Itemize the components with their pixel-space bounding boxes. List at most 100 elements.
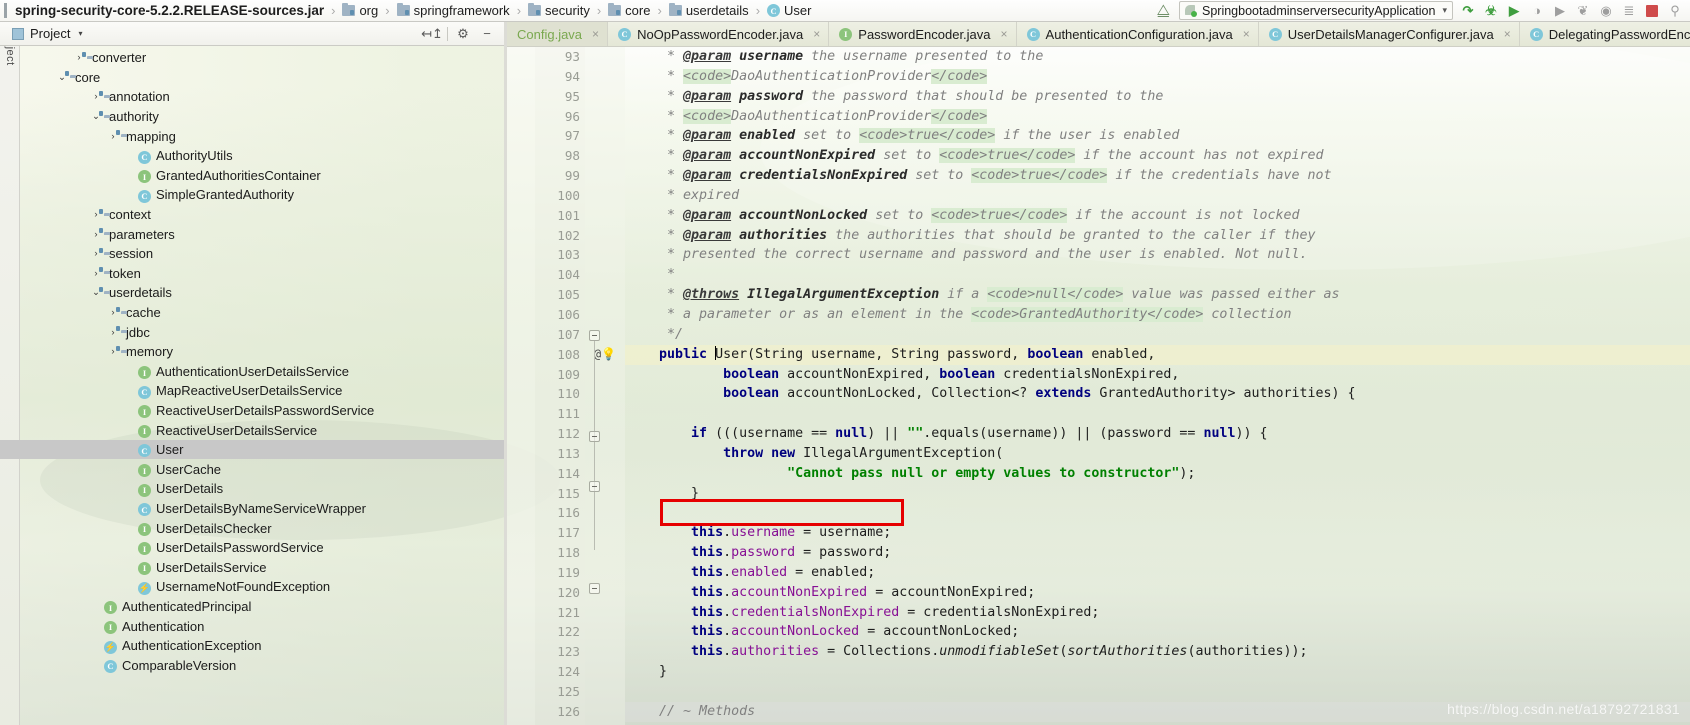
- code-line[interactable]: this.accountNonExpired = accountNonExpir…: [625, 583, 1690, 603]
- close-icon[interactable]: ×: [1504, 27, 1511, 41]
- tree-item-authority[interactable]: ⌄ authority: [0, 107, 504, 127]
- close-icon[interactable]: ×: [1243, 27, 1250, 41]
- code-line[interactable]: this.password = password;: [625, 543, 1690, 563]
- code-fold-marker[interactable]: [589, 330, 600, 341]
- tree-item-token[interactable]: › token: [0, 264, 504, 284]
- tree-item-authenticationuserdetailsservice[interactable]: I AuthenticationUserDetailsService: [0, 362, 504, 382]
- code-line[interactable]: this.enabled = enabled;: [625, 563, 1690, 583]
- code-line[interactable]: public User(String username, String pass…: [625, 344, 1690, 365]
- tree-item-userdetails[interactable]: ⌄ userdetails: [0, 283, 504, 303]
- code-line[interactable]: boolean accountNonLocked, Collection<? e…: [625, 384, 1690, 404]
- attach-profiler-button[interactable]: ▶: [1549, 1, 1571, 21]
- gutter-annotation-marker[interactable]: @💡: [585, 345, 625, 365]
- tree-item-context[interactable]: › context: [0, 205, 504, 225]
- run-dashboard-button[interactable]: ❦: [1572, 1, 1594, 21]
- code-line[interactable]: * @param enabled set to <code>true</code…: [625, 126, 1690, 146]
- code-line[interactable]: [625, 404, 1690, 424]
- code-line[interactable]: * @param authorities the authorities tha…: [625, 226, 1690, 246]
- editor-tab-nooppasswordencoder-java[interactable]: C NoOpPasswordEncoder.java ×: [608, 22, 830, 46]
- tree-item-authenticationexception[interactable]: ⚡ AuthenticationException: [0, 636, 504, 656]
- breadcrumb-item-org[interactable]: org: [340, 3, 380, 18]
- code-line[interactable]: "Cannot pass null or empty values to con…: [625, 464, 1690, 484]
- code-editor[interactable]: 93 94 95 96 97 98 99 100 101 102 103 104 105 106 107 10…: [507, 47, 1690, 725]
- code-line[interactable]: * expired: [625, 186, 1690, 206]
- code-content[interactable]: * @param username the username presented…: [625, 47, 1690, 725]
- code-line[interactable]: this.credentialsNonExpired = credentials…: [625, 603, 1690, 623]
- tree-item-authenticatedprincipal[interactable]: I AuthenticatedPrincipal: [0, 597, 504, 617]
- tree-item-usercache[interactable]: I UserCache: [0, 459, 504, 479]
- tree-item-authentication[interactable]: I Authentication: [0, 616, 504, 636]
- close-icon[interactable]: ×: [592, 27, 599, 41]
- project-tree[interactable]: › converter ⌄ core › annotation ⌄ authority › map…: [0, 46, 504, 725]
- code-line[interactable]: [625, 682, 1690, 702]
- tree-item-comparableversion[interactable]: C ComparableVersion: [0, 655, 504, 675]
- tree-item-reactiveuserdetailspasswordservice[interactable]: I ReactiveUserDetailsPasswordService: [0, 401, 504, 421]
- code-line[interactable]: }: [625, 662, 1690, 682]
- code-line[interactable]: this.accountNonLocked = accountNonLocked…: [625, 622, 1690, 642]
- stop-red-button[interactable]: [1641, 1, 1663, 21]
- close-icon[interactable]: ×: [1001, 27, 1008, 41]
- code-line[interactable]: if (((username == null) || "".equals(use…: [625, 424, 1690, 444]
- code-line[interactable]: this.authorities = Collections.unmodifia…: [625, 642, 1690, 662]
- breadcrumb-item-security[interactable]: security: [526, 3, 592, 18]
- tree-item-userdetailsservice[interactable]: I UserDetailsService: [0, 557, 504, 577]
- tree-item-reactiveuserdetailsservice[interactable]: I ReactiveUserDetailsService: [0, 420, 504, 440]
- breadcrumb-root[interactable]: spring-security-core-5.2.2.RELEASE-sourc…: [13, 3, 326, 18]
- collapse-all-icon[interactable]: ↤↥: [421, 25, 443, 43]
- tree-item-converter[interactable]: › converter: [0, 48, 504, 68]
- code-line[interactable]: */: [625, 325, 1690, 345]
- gear-icon[interactable]: ⚙: [454, 25, 472, 43]
- hammer-icon[interactable]: ⧋: [1148, 2, 1179, 19]
- code-line[interactable]: boolean accountNonExpired, boolean crede…: [625, 365, 1690, 385]
- stop-button[interactable]: ◉: [1595, 1, 1617, 21]
- tree-item-annotation[interactable]: › annotation: [0, 87, 504, 107]
- code-line[interactable]: *: [625, 265, 1690, 285]
- code-line[interactable]: * a parameter or as an element in the <c…: [625, 305, 1690, 325]
- tree-item-session[interactable]: › session: [0, 244, 504, 264]
- profile-button[interactable]: ◑: [1526, 1, 1548, 21]
- debug-button[interactable]: ☣: [1480, 1, 1502, 21]
- hide-icon[interactable]: −: [478, 25, 496, 43]
- code-fold-marker[interactable]: [589, 431, 600, 442]
- code-line[interactable]: * @throws IllegalArgumentException if a …: [625, 285, 1690, 305]
- run-button[interactable]: ↷: [1457, 1, 1479, 21]
- editor-tab-authenticationconfiguration-java[interactable]: C AuthenticationConfiguration.java ×: [1016, 22, 1259, 46]
- tree-item-cache[interactable]: › cache: [0, 303, 504, 323]
- breadcrumb-item-springframework[interactable]: springframework: [395, 3, 512, 18]
- tree-item-jdbc[interactable]: › jdbc: [0, 322, 504, 342]
- tree-item-core[interactable]: ⌄ core: [0, 68, 504, 88]
- close-icon[interactable]: ×: [813, 27, 820, 41]
- code-line[interactable]: * @param accountNonExpired set to <code>…: [625, 146, 1690, 166]
- tree-item-user[interactable]: C User: [0, 439, 504, 460]
- tree-item-mapping[interactable]: › mapping: [0, 126, 504, 146]
- code-line[interactable]: * presented the correct username and pas…: [625, 245, 1690, 265]
- code-line[interactable]: * @param password the password that shou…: [625, 87, 1690, 107]
- tree-item-grantedauthoritiescontainer[interactable]: I GrantedAuthoritiesContainer: [0, 166, 504, 186]
- breadcrumb-item-user[interactable]: C User: [765, 3, 813, 18]
- code-line[interactable]: * @param username the username presented…: [625, 47, 1690, 67]
- intention-bulb-icon[interactable]: 💡: [601, 347, 616, 361]
- breadcrumb-item-userdetails[interactable]: userdetails: [667, 3, 751, 18]
- code-line[interactable]: * @param credentialsNonExpired set to <c…: [625, 166, 1690, 186]
- editor-tab-delegatingpasswordencoder[interactable]: C DelegatingPasswordEncoder: [1519, 22, 1690, 46]
- tree-item-userdetails[interactable]: I UserDetails: [0, 479, 504, 499]
- editor-tab-bar[interactable]: Config.java × C NoOpPasswordEncoder.java × I P…: [507, 22, 1690, 47]
- tree-item-memory[interactable]: › memory: [0, 342, 504, 362]
- editor-tab-userdetailsmanagerconfigurer-java[interactable]: C UserDetailsManagerConfigurer.java ×: [1258, 22, 1520, 46]
- editor-gutter-icons[interactable]: @💡: [585, 47, 625, 725]
- code-line[interactable]: * <code>DaoAuthenticationProvider</code>: [625, 107, 1690, 127]
- tree-item-userdetailspasswordservice[interactable]: I UserDetailsPasswordService: [0, 538, 504, 558]
- tree-item-mapreactiveuserdetailsservice[interactable]: C MapReactiveUserDetailsService: [0, 381, 504, 401]
- tree-item-authorityutils[interactable]: C AuthorityUtils: [0, 146, 504, 166]
- code-fold-marker[interactable]: [589, 481, 600, 492]
- tree-item-userdetailschecker[interactable]: I UserDetailsChecker: [0, 518, 504, 538]
- run-configuration-selector[interactable]: SpringbootadminserversecurityApplication…: [1179, 1, 1453, 20]
- code-line[interactable]: throw new IllegalArgumentException(: [625, 444, 1690, 464]
- code-line[interactable]: this.username = username;: [625, 523, 1690, 543]
- editor-tab-passwordencoder-java[interactable]: I PasswordEncoder.java ×: [829, 22, 1017, 46]
- code-line[interactable]: * <code>DaoAuthenticationProvider</code>: [625, 67, 1690, 87]
- code-line[interactable]: }: [625, 484, 1690, 504]
- search-everywhere-icon[interactable]: ⚲: [1664, 1, 1686, 21]
- tree-item-parameters[interactable]: › parameters: [0, 224, 504, 244]
- tree-item-userdetailsbynameservicewrapper[interactable]: C UserDetailsByNameServiceWrapper: [0, 499, 504, 519]
